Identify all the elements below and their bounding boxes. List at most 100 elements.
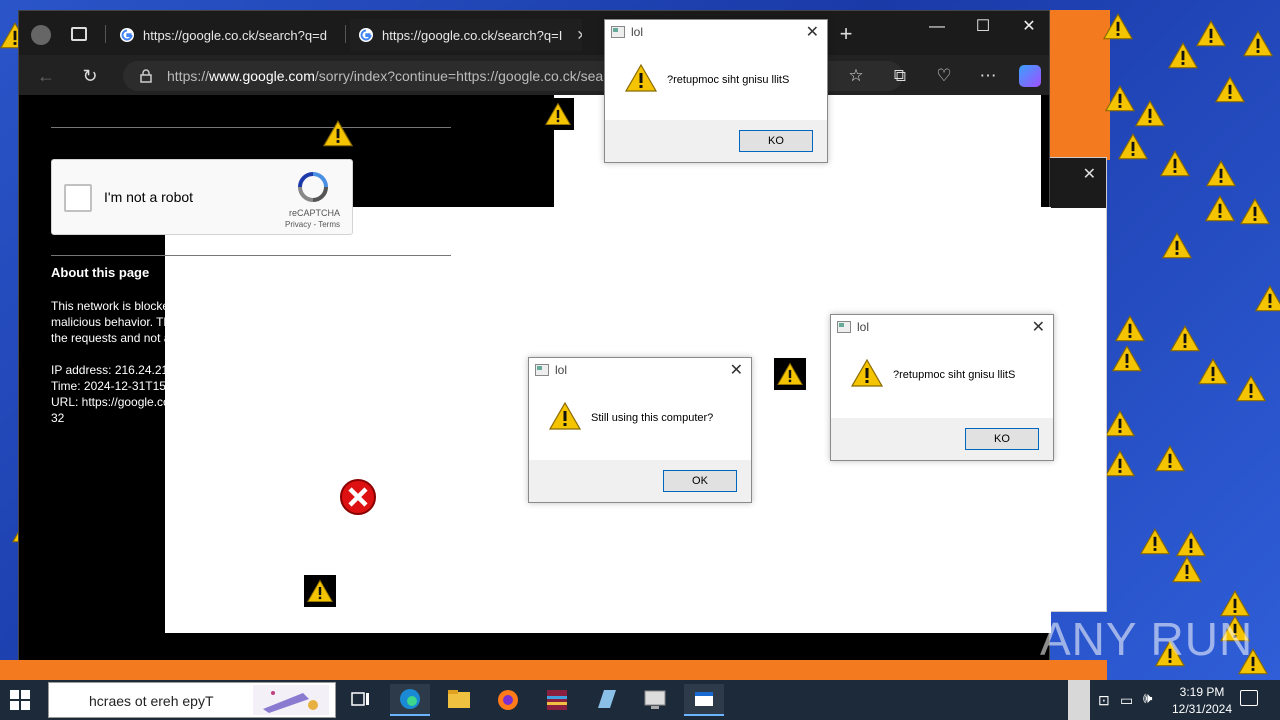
collections-icon[interactable]: ⧉ xyxy=(887,63,913,89)
dialog-titlebar[interactable]: lol ✕ xyxy=(529,358,751,384)
recaptcha-logo-icon xyxy=(298,172,328,202)
divider xyxy=(51,255,451,256)
back-button[interactable]: ← xyxy=(33,63,59,89)
performance-icon[interactable]: ♡ xyxy=(931,63,957,89)
new-tab-button[interactable]: + xyxy=(833,21,859,47)
dialog-message: Still using this computer? xyxy=(591,412,714,424)
warning-icon xyxy=(1155,445,1185,472)
warning-icon xyxy=(1176,530,1206,557)
orange-band xyxy=(1040,10,1110,160)
warning-icon xyxy=(1112,345,1142,372)
windows-start-icon[interactable] xyxy=(10,690,30,710)
warning-icon xyxy=(1170,325,1200,352)
google-icon xyxy=(119,27,135,43)
volume-icon[interactable]: 🕪 xyxy=(1143,690,1152,707)
favorites-icon[interactable]: ☆ xyxy=(843,63,869,89)
lock-icon xyxy=(140,69,152,83)
warning-icon xyxy=(1103,13,1133,40)
warning-icon xyxy=(1206,160,1236,187)
firefox-icon[interactable] xyxy=(488,684,528,716)
about-title: About this page xyxy=(51,265,150,280)
refresh-button[interactable]: ↻ xyxy=(77,63,103,89)
notepad-icon[interactable] xyxy=(586,684,626,716)
clock-date[interactable]: 12/31/2024 xyxy=(1164,702,1240,716)
warning-icon xyxy=(1105,410,1135,437)
dialog-ok-button[interactable]: OK xyxy=(663,470,737,492)
warning-icon xyxy=(1135,100,1165,127)
warning-icon xyxy=(1140,528,1170,555)
close-icon[interactable]: ✕ xyxy=(576,27,582,44)
warning-icon xyxy=(542,98,574,130)
remote-desktop-icon[interactable] xyxy=(635,684,675,716)
warning-icon xyxy=(1162,232,1192,259)
close-icon[interactable]: ✕ xyxy=(806,22,819,42)
time-text: Time: 2024-12-31T15:19:22Z xyxy=(51,379,207,393)
recaptcha-terms-link[interactable]: Privacy - Terms xyxy=(285,220,340,229)
more-menu-icon[interactable]: ⋯ xyxy=(975,63,1001,89)
warning-icon xyxy=(1196,20,1226,47)
tab-search-1[interactable]: https://google.co.ck/search?q=d ✕ xyxy=(111,19,343,51)
warning-icon xyxy=(1160,150,1190,177)
show-hidden-area[interactable] xyxy=(1068,680,1090,720)
warning-icon xyxy=(1215,76,1245,103)
message-dialog: lol ✕ ?retupmoc siht gnisu llitS KO xyxy=(604,19,828,163)
address-bar-row: ← ↻ https://www.google.com/sorry/index?c… xyxy=(19,55,1049,95)
warning-icon xyxy=(1240,198,1270,225)
recaptcha-brand: reCAPTCHA xyxy=(288,208,340,218)
tab-actions-icon[interactable] xyxy=(71,27,87,41)
search-highlight-art xyxy=(253,685,329,715)
app-icon xyxy=(535,364,549,376)
dialog-titlebar[interactable]: lol ✕ xyxy=(605,20,827,46)
close-icon[interactable]: ✕ xyxy=(341,27,343,44)
minimize-button[interactable]: — xyxy=(917,15,957,39)
warning-icon xyxy=(304,575,336,607)
warning-icon xyxy=(774,358,806,390)
warning-icon xyxy=(851,359,883,387)
warning-icon xyxy=(1118,133,1148,160)
edge-icon[interactable] xyxy=(390,684,430,716)
recaptcha-label: I'm not a robot xyxy=(104,189,194,205)
taskbar-search-box[interactable]: hcraes ot ereh epyT xyxy=(48,682,336,718)
dialog-ok-button[interactable]: KO xyxy=(739,130,813,152)
error-icon xyxy=(337,476,379,518)
search-placeholder: hcraes ot ereh epyT xyxy=(89,693,214,709)
tab-search-2[interactable]: https://google.co.ck/search?q=I ✕ xyxy=(350,19,582,51)
profile-icon[interactable] xyxy=(31,25,51,45)
close-icon[interactable]: ✕ xyxy=(1032,317,1045,337)
app-icon xyxy=(837,321,851,333)
warning-icon xyxy=(1243,30,1273,57)
warning-icon xyxy=(549,402,581,430)
clock-time[interactable]: 3:19 PM xyxy=(1170,685,1234,699)
file-explorer-icon[interactable] xyxy=(439,684,479,716)
dialog-message: ?retupmoc siht gnisu llitS xyxy=(893,369,1016,381)
anyrun-watermark: ANY RUN xyxy=(1040,613,1254,665)
warning-icon xyxy=(1205,195,1235,222)
task-view-icon[interactable] xyxy=(340,684,380,716)
maximize-button[interactable]: ☐ xyxy=(963,15,1003,39)
warning-icon xyxy=(1105,450,1135,477)
monitor-icon[interactable]: ▭ xyxy=(1120,692,1133,709)
orange-band xyxy=(0,660,1107,680)
about-paragraph: This network is blocked due to unaddress… xyxy=(51,299,440,345)
dialog-titlebar[interactable]: lol ✕ xyxy=(831,315,1053,341)
network-icon[interactable]: ⊡ xyxy=(1098,692,1110,709)
close-icon[interactable]: ✕ xyxy=(1083,164,1096,184)
tab-bar: https://google.co.ck/search?q=d ✕ https:… xyxy=(19,11,1049,55)
warning-icon xyxy=(1168,42,1198,69)
notification-icon[interactable] xyxy=(1240,690,1258,706)
dialog-ok-button[interactable]: KO xyxy=(965,428,1039,450)
winrar-icon[interactable] xyxy=(537,684,577,716)
close-icon[interactable]: ✕ xyxy=(730,360,743,380)
warning-icon xyxy=(323,120,353,147)
taskbar: hcraes ot ereh epyT ⊡ ▭ 🕪 3:19 PM 12/31/… xyxy=(0,680,1280,720)
warning-icon xyxy=(625,64,657,92)
recaptcha-checkbox[interactable] xyxy=(64,184,92,212)
app-icon xyxy=(611,26,625,38)
copilot-icon[interactable] xyxy=(1019,65,1041,87)
message-dialog: lol ✕ Still using this computer? OK xyxy=(528,357,752,503)
warning-icon xyxy=(1236,375,1266,402)
dialog-app-icon[interactable] xyxy=(684,684,724,716)
warning-icon xyxy=(1115,315,1145,342)
recaptcha-widget: I'm not a robot reCAPTCHA Privacy - Term… xyxy=(51,159,353,235)
window-close-button[interactable]: ✕ xyxy=(1009,15,1049,39)
